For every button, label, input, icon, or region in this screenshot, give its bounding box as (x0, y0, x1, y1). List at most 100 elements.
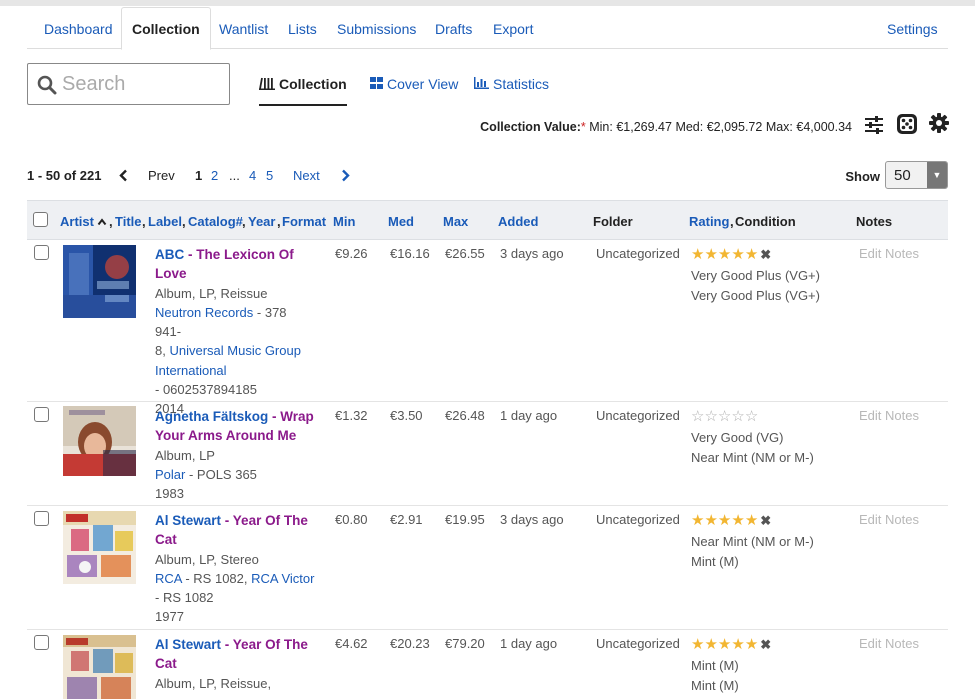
tab-lists[interactable]: Lists (288, 21, 317, 37)
row-checkbox[interactable] (34, 511, 49, 526)
sort-max[interactable]: Max (443, 214, 468, 229)
sleeve-condition[interactable]: Mint (M) (691, 552, 831, 572)
folder-value[interactable]: Uncategorized (596, 636, 680, 651)
sort-rating[interactable]: Rating (689, 214, 729, 229)
remove-rating-icon[interactable]: ✖ (760, 637, 771, 652)
media-condition[interactable]: Near Mint (NM or M-) (691, 532, 831, 552)
tab-drafts[interactable]: Drafts (435, 21, 472, 37)
sort-title[interactable]: Title (115, 214, 142, 229)
chevron-left-icon[interactable] (119, 169, 129, 182)
sort-catalog[interactable]: Catalog# (188, 214, 243, 229)
media-condition[interactable]: Very Good Plus (VG+) (691, 266, 831, 286)
media-condition[interactable]: Mint (M) (691, 656, 831, 676)
star-icon[interactable]: ☆ (718, 408, 731, 425)
label-link[interactable]: RCA (155, 571, 182, 586)
artist-link[interactable]: Agnetha Fältskog (155, 409, 268, 424)
sliders-icon[interactable] (863, 114, 885, 136)
sleeve-condition[interactable]: Mint (M) (691, 676, 831, 696)
view-statistics[interactable]: Statistics (474, 76, 549, 92)
edit-notes-link[interactable]: Edit Notes (859, 408, 919, 423)
page-5[interactable]: 5 (266, 168, 273, 183)
star-icon[interactable]: ★ (704, 636, 717, 653)
page-2[interactable]: 2 (211, 168, 218, 183)
album-cover[interactable] (63, 406, 136, 476)
dice-icon[interactable] (896, 113, 918, 135)
star-icon[interactable]: ★ (718, 636, 731, 653)
artist-link[interactable]: Al Stewart (155, 637, 221, 652)
title-link[interactable]: The Lexicon Of (196, 247, 294, 262)
next-link[interactable]: Next (293, 168, 320, 183)
star-icon[interactable]: ★ (691, 246, 704, 263)
tab-dashboard[interactable]: Dashboard (44, 21, 113, 37)
star-icon[interactable]: ★ (745, 246, 758, 263)
star-icon[interactable]: ★ (704, 512, 717, 529)
label-link[interactable]: Universal Music Group (169, 343, 301, 358)
star-rating[interactable]: ★★★★★ ✖ (691, 513, 831, 529)
remove-rating-icon[interactable]: ✖ (760, 247, 771, 262)
star-icon[interactable]: ★ (731, 512, 744, 529)
star-rating[interactable]: ★★★★★ ✖ (691, 637, 831, 653)
search-input[interactable] (62, 70, 222, 98)
sort-med[interactable]: Med (388, 214, 414, 229)
star-icon[interactable]: ★ (704, 246, 717, 263)
artist-link[interactable]: Al Stewart (155, 513, 221, 528)
label-link[interactable]: RCA Victor (251, 571, 314, 586)
row-checkbox[interactable] (34, 635, 49, 650)
sort-format[interactable]: Format (282, 214, 326, 229)
edit-notes-link[interactable]: Edit Notes (859, 246, 919, 261)
star-icon[interactable]: ☆ (745, 408, 758, 425)
title-link-cont[interactable]: Cat (155, 530, 315, 549)
page-4[interactable]: 4 (249, 168, 256, 183)
settings-link[interactable]: Settings (887, 21, 938, 37)
title-link[interactable]: Year Of The (233, 637, 308, 652)
edit-notes-link[interactable]: Edit Notes (859, 636, 919, 651)
search-box[interactable] (27, 63, 230, 105)
star-icon[interactable]: ☆ (731, 408, 744, 425)
artist-link[interactable]: ABC (155, 247, 184, 262)
tab-export[interactable]: Export (493, 21, 533, 37)
star-icon[interactable]: ☆ (704, 408, 717, 425)
label-link-cont[interactable]: International (155, 361, 315, 380)
sleeve-condition[interactable]: Near Mint (NM or M-) (691, 448, 831, 468)
title-link[interactable]: Year Of The (233, 513, 308, 528)
row-checkbox[interactable] (34, 245, 49, 260)
sort-artist[interactable]: Artist (60, 214, 94, 229)
sort-year[interactable]: Year (248, 214, 275, 229)
view-collection[interactable]: Collection (259, 76, 347, 106)
sort-label[interactable]: Label (148, 214, 182, 229)
star-icon[interactable]: ★ (731, 636, 744, 653)
chevron-right-icon[interactable] (340, 169, 350, 182)
row-checkbox[interactable] (34, 407, 49, 422)
star-icon[interactable]: ★ (731, 246, 744, 263)
prev-link[interactable]: Prev (148, 168, 175, 183)
folder-value[interactable]: Uncategorized (596, 408, 680, 423)
star-icon[interactable]: ★ (745, 512, 758, 529)
album-cover[interactable] (63, 635, 136, 699)
star-icon[interactable]: ★ (718, 246, 731, 263)
folder-value[interactable]: Uncategorized (596, 246, 680, 261)
sort-min[interactable]: Min (333, 214, 355, 229)
tab-submissions[interactable]: Submissions (337, 21, 416, 37)
tab-collection[interactable]: Collection (121, 7, 211, 50)
title-link-cont[interactable]: Cat (155, 654, 315, 673)
star-icon[interactable]: ☆ (691, 408, 704, 425)
star-icon[interactable]: ★ (691, 512, 704, 529)
star-icon[interactable]: ★ (745, 636, 758, 653)
star-icon[interactable]: ★ (691, 636, 704, 653)
title-link[interactable]: Wrap (280, 409, 314, 424)
label-link[interactable]: Polar (155, 467, 185, 482)
sort-added[interactable]: Added (498, 214, 538, 229)
view-cover[interactable]: Cover View (370, 76, 458, 92)
star-rating[interactable]: ☆☆☆☆☆ (691, 409, 831, 425)
star-rating[interactable]: ★★★★★ ✖ (691, 247, 831, 263)
sleeve-condition[interactable]: Very Good Plus (VG+) (691, 286, 831, 306)
title-link-cont[interactable]: Your Arms Around Me (155, 426, 315, 445)
label-link[interactable]: Neutron Records (155, 305, 253, 320)
album-cover[interactable] (63, 511, 136, 584)
remove-rating-icon[interactable]: ✖ (760, 513, 771, 528)
media-condition[interactable]: Very Good (VG) (691, 428, 831, 448)
edit-notes-link[interactable]: Edit Notes (859, 512, 919, 527)
gear-icon[interactable] (928, 112, 950, 134)
tab-wantlist[interactable]: Wantlist (219, 21, 268, 37)
folder-value[interactable]: Uncategorized (596, 512, 680, 527)
